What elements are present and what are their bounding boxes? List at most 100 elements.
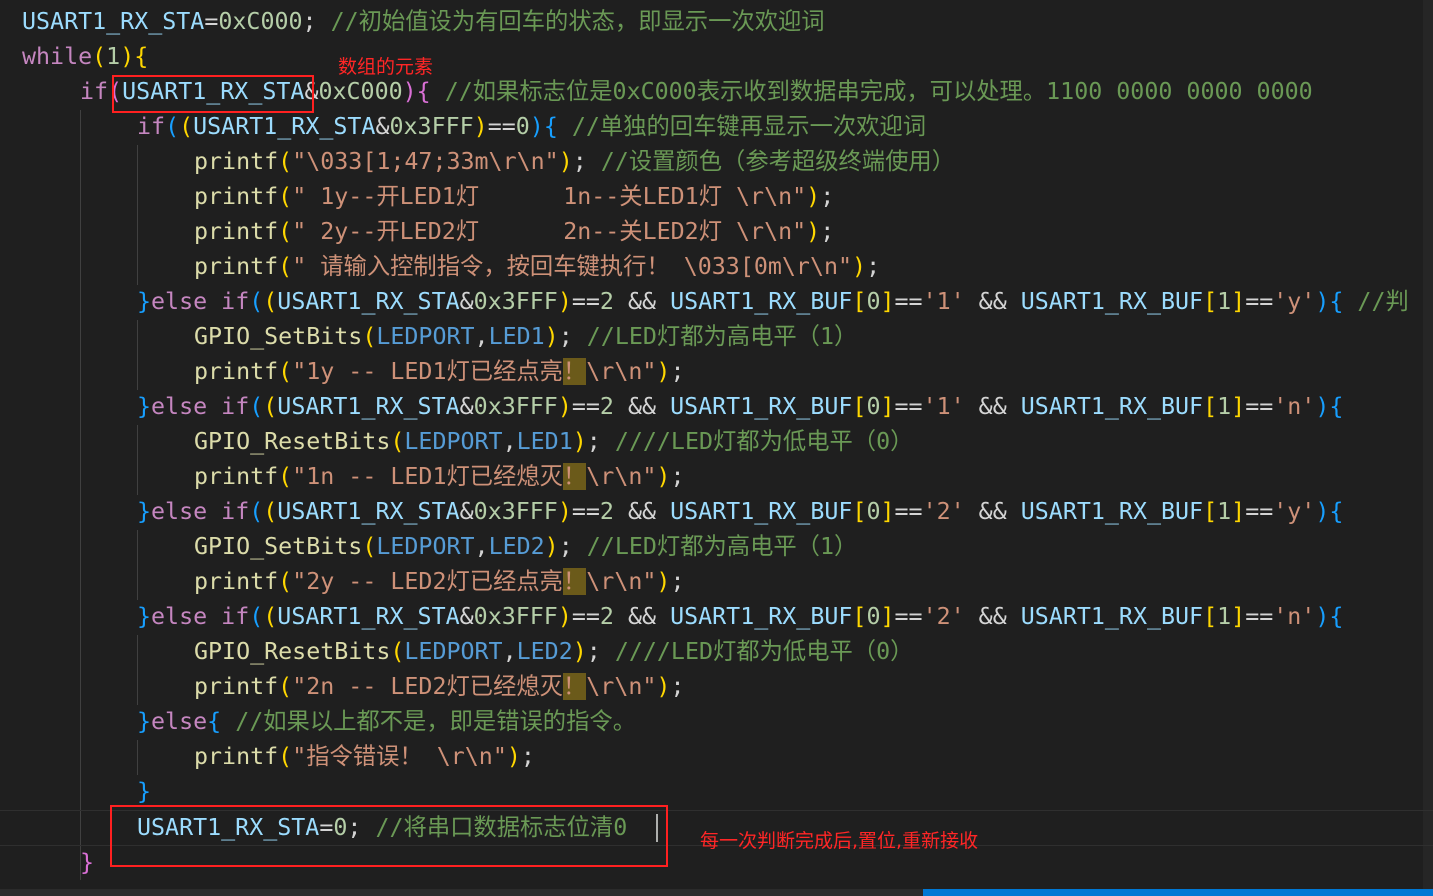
code-line-16[interactable]: printf("2y -- LED2灯已经点亮！\r\n"); [194, 564, 684, 599]
code-token: ; [520, 743, 535, 770]
code-token: printf [194, 253, 279, 280]
code-token: 2 [599, 603, 614, 630]
code-token: ) [557, 603, 572, 630]
code-token: == [894, 603, 923, 630]
code-token: 2 [599, 288, 614, 315]
code-token: "2n -- LED2灯已经熄灭 [292, 673, 563, 700]
code-token: == [1245, 603, 1274, 630]
code-token: 1 [1217, 393, 1232, 420]
code-token: \r\n" [586, 673, 657, 700]
code-token: ！ [562, 358, 587, 385]
code-line-15[interactable]: GPIO_SetBits(LEDPORT,LED2); //LED灯都为高电平（… [194, 529, 857, 564]
code-token: ( [92, 43, 107, 70]
code-line-22[interactable]: } [137, 774, 151, 809]
code-token: [ [852, 393, 867, 420]
code-token: LEDPORT [376, 533, 475, 560]
code-line-9[interactable]: GPIO_SetBits(LEDPORT,LED1); //LED灯都为高电平（… [194, 319, 857, 354]
code-token: 1 [1217, 288, 1232, 315]
code-token: && [613, 498, 671, 525]
code-token: '2' [922, 603, 965, 630]
code-token: { [1329, 603, 1344, 630]
code-token: ] [880, 498, 895, 525]
code-token: '2' [922, 498, 965, 525]
code-line-24[interactable]: } [80, 845, 94, 880]
code-line-13[interactable]: printf("1n -- LED1灯已经熄灭！\r\n"); [194, 459, 684, 494]
indent-guide [137, 145, 138, 285]
code-editor[interactable]: USART1_RX_STA=0xC000; //初始值设为有回车的状态，即显示一… [0, 0, 1433, 896]
code-token: 1 [106, 43, 121, 70]
code-token: 0xC000 [318, 78, 403, 105]
code-token: USART1_RX_BUF [1020, 498, 1204, 525]
code-token: ( [278, 463, 293, 490]
code-token: ( [390, 638, 405, 665]
code-line-0[interactable]: USART1_RX_STA=0xC000; //初始值设为有回车的状态，即显示一… [22, 4, 825, 39]
code-token: ( [390, 428, 405, 455]
code-token: ( [278, 358, 293, 385]
code-line-19[interactable]: printf("2n -- LED2灯已经熄灭！\r\n"); [194, 669, 684, 704]
code-token: ) [473, 113, 488, 140]
code-token: if [221, 288, 250, 315]
code-line-14[interactable]: }else if((USART1_RX_STA&0x3FFF)==2 && US… [137, 494, 1343, 529]
code-token: 0 [866, 498, 881, 525]
code-token: == [571, 498, 600, 525]
annotation-array-element: 数组的元素 [338, 56, 434, 78]
code-line-21[interactable]: printf("指令错误！ \r\n"); [194, 739, 535, 774]
code-token: [ [852, 288, 867, 315]
indent-guide [137, 530, 138, 600]
code-token: { [207, 708, 222, 735]
code-token: == [1245, 498, 1274, 525]
code-token: ( [278, 568, 293, 595]
code-token: //设置颜色（参考超级终端使用） [600, 148, 955, 175]
code-token: GPIO_ResetBits [194, 428, 391, 455]
code-token: , [502, 638, 517, 665]
vertical-scrollbar[interactable] [1423, 0, 1433, 889]
code-token: printf [194, 463, 279, 490]
code-token: { [1329, 498, 1344, 525]
indent-guide [137, 740, 138, 775]
code-line-3[interactable]: if((USART1_RX_STA&0x3FFF)==0){ //单独的回车键再… [137, 109, 926, 144]
code-line-11[interactable]: }else if((USART1_RX_STA&0x3FFF)==2 && US… [137, 389, 1343, 424]
code-token: if [221, 603, 250, 630]
code-token: 'n' [1273, 603, 1316, 630]
code-line-18[interactable]: GPIO_ResetBits(LEDPORT,LED2); ////LED灯都为… [194, 634, 913, 669]
code-token: ( [263, 393, 278, 420]
code-token: ) [806, 183, 821, 210]
code-token: "1y -- LED1灯已经点亮 [292, 358, 563, 385]
indent-guide [137, 320, 138, 390]
code-token: 0x3FFF [473, 288, 558, 315]
code-line-4[interactable]: printf("\033[1;47;33m\r\n"); //设置颜色（参考超级… [194, 144, 955, 179]
code-token: ( [179, 113, 194, 140]
code-token: '1' [922, 393, 965, 420]
code-token: ( [278, 673, 293, 700]
code-token: == [487, 113, 516, 140]
code-token: //LED灯都为高电平（1） [586, 323, 858, 350]
code-token: 0 [866, 288, 881, 315]
code-line-10[interactable]: printf("1y -- LED1灯已经点亮！\r\n"); [194, 354, 684, 389]
code-token: printf [194, 148, 279, 175]
code-token: ) [572, 638, 587, 665]
code-token: else [151, 288, 222, 315]
code-token: ) [656, 673, 671, 700]
code-line-8[interactable]: }else if((USART1_RX_STA&0x3FFF)==2 && US… [137, 284, 1409, 319]
code-token: == [1245, 393, 1274, 420]
code-token: ////LED灯都为低电平（0） [614, 428, 914, 455]
code-line-17[interactable]: }else if((USART1_RX_STA&0x3FFF)==2 && US… [137, 599, 1343, 634]
code-token: ( [278, 218, 293, 245]
code-token: 2 [599, 498, 614, 525]
code-line-7[interactable]: printf(" 请输入控制指令，按回车键执行！ \033[0m\r\n"); [194, 249, 880, 284]
code-line-6[interactable]: printf(" 2y--开LED2灯 2n--关LED2灯 \r\n"); [194, 214, 834, 249]
indent-guide [137, 635, 138, 705]
code-line-20[interactable]: }else{ //如果以上都不是，即是错误的指令。 [137, 704, 636, 739]
code-token: [ [1203, 498, 1218, 525]
code-token: & [459, 288, 474, 315]
code-line-12[interactable]: GPIO_ResetBits(LEDPORT,LED1); ////LED灯都为… [194, 424, 913, 459]
code-token: ; [670, 463, 685, 490]
code-line-5[interactable]: printf(" 1y--开LED1灯 1n--关LED1灯 \r\n"); [194, 179, 834, 214]
code-token: ; [558, 323, 587, 350]
code-token: && [964, 288, 1021, 315]
code-token: ; [670, 568, 685, 595]
code-token: ( [278, 743, 293, 770]
code-token: " 请输入控制指令，按回车键执行！ \033[0m\r\n" [292, 253, 853, 280]
code-line-1[interactable]: while(1){ [22, 39, 148, 74]
code-token: ( [263, 288, 278, 315]
